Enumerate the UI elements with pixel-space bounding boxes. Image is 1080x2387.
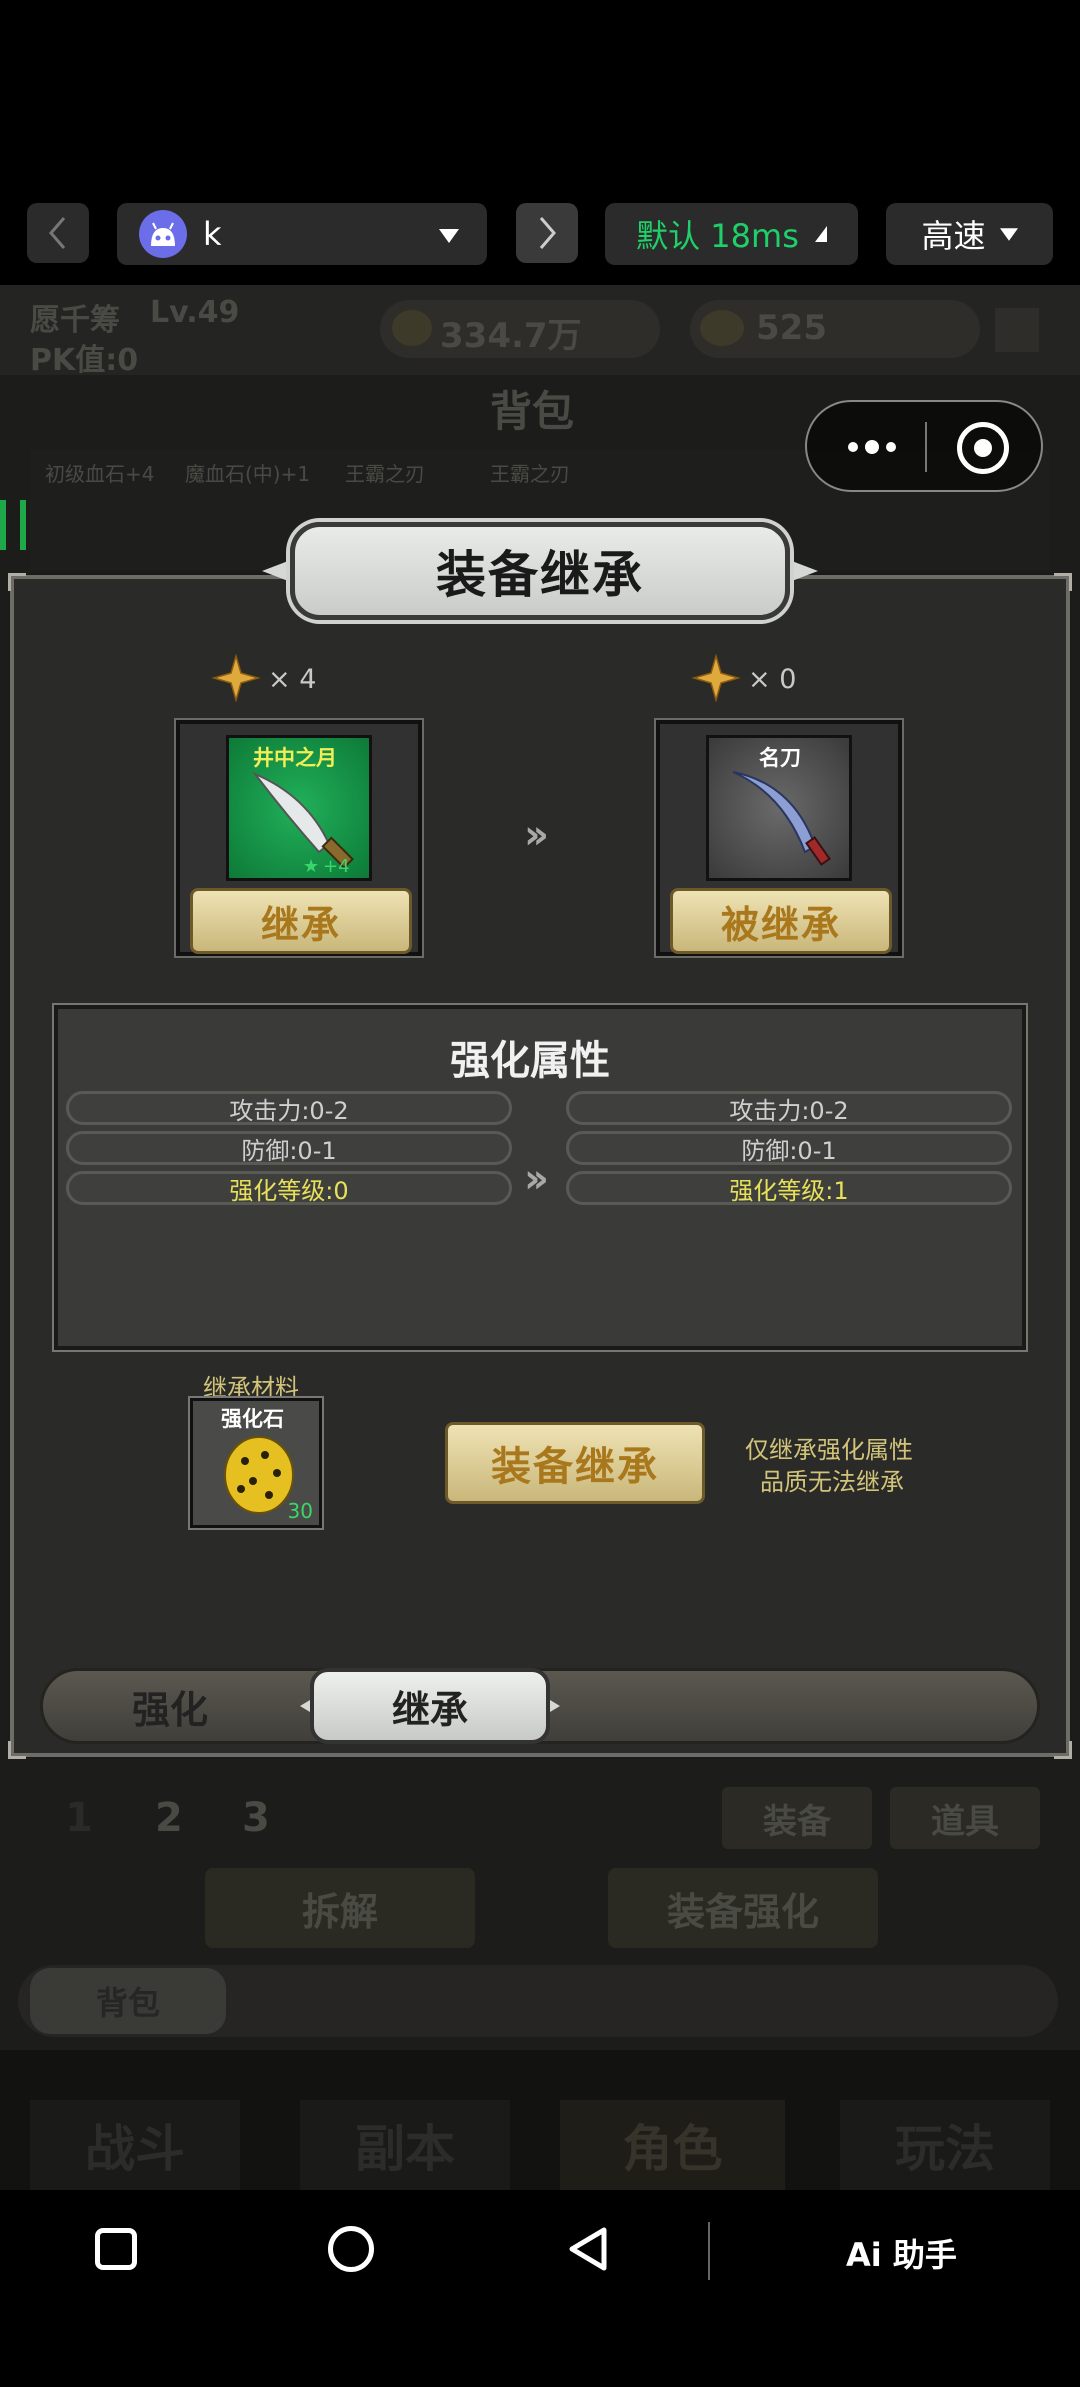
material-slot[interactable]: 强化石 30 (188, 1396, 324, 1530)
player-name: 愿千筹 (30, 303, 120, 338)
ingot-amount: 525 (756, 308, 827, 348)
source-item-level: +4 (323, 856, 350, 877)
home-icon[interactable] (328, 2226, 374, 2272)
double-chevron-right-icon: ›› (524, 812, 549, 858)
pk-value: PK值:0 (30, 343, 139, 378)
enhance-equipment-button[interactable]: 装备强化 (608, 1868, 878, 1948)
signal-icon (814, 226, 827, 242)
left-attr-enhance-level: 强化等级:0 (66, 1171, 512, 1205)
bag-item-1: 初级血石+4 (45, 462, 155, 486)
inherit-note-line2: 品质无法继承 (760, 1468, 904, 1496)
material-name: 强化石 (221, 1407, 284, 1431)
dialog-corner-tr (1054, 573, 1072, 591)
left-attr-attack: 攻击力:0-2 (66, 1091, 512, 1125)
inherit-source-button[interactable]: 继承 (190, 888, 412, 954)
inherited-target-button[interactable]: 被继承 (670, 888, 892, 954)
tab-items[interactable]: 道具 (890, 1787, 1040, 1849)
bag-title: 背包 (490, 387, 575, 436)
chevron-left-icon (49, 217, 66, 249)
miniprogram-capsule (805, 400, 1043, 492)
android-avatar-icon (139, 210, 187, 258)
page-1[interactable]: 1 (65, 1795, 93, 1841)
enhance-stone-icon (224, 1436, 294, 1514)
source-star-count: × 4 (268, 664, 317, 695)
forward-button[interactable] (516, 203, 578, 263)
side-indicator (0, 500, 26, 550)
speed-label: 高速 (921, 217, 986, 255)
gold-coin-icon (392, 310, 432, 346)
close-miniprogram-icon[interactable] (957, 422, 1009, 474)
player-level: Lv.49 (150, 295, 240, 330)
saber-icon (732, 771, 831, 866)
nav-battle[interactable]: 战斗 (30, 2100, 240, 2190)
latency-label: 默认 18ms (636, 217, 799, 255)
right-attr-attack: 攻击力:0-2 (566, 1091, 1012, 1125)
back-triangle-icon[interactable] (566, 2226, 610, 2272)
target-star-count: × 0 (748, 664, 797, 695)
gold-amount: 334.7万 (440, 316, 582, 356)
speed-selector[interactable]: 高速 (886, 203, 1053, 265)
source-item-star-icon: ★ (303, 856, 320, 877)
dialog-title: 装备继承 (436, 546, 644, 604)
back-button[interactable] (27, 203, 89, 263)
account-selector[interactable]: k (117, 203, 487, 265)
source-equipment-image[interactable]: 井中之月 ★ +4 (226, 735, 372, 881)
dialog-corner-br (1054, 1741, 1072, 1759)
more-icon[interactable] (827, 422, 917, 472)
dropdown-arrow-icon (439, 229, 459, 243)
nav-dungeon[interactable]: 副本 (300, 2100, 510, 2190)
page-2[interactable]: 2 (155, 1795, 183, 1841)
page-3[interactable]: 3 (242, 1795, 270, 1841)
bag-item-4: 王霸之刃 (490, 462, 570, 486)
ai-assistant-button[interactable]: Ai 助手 (846, 2230, 957, 2276)
nav-gameplay[interactable]: 玩法 (840, 2100, 1050, 2190)
star-icon (692, 654, 740, 702)
chevron-right-icon (539, 217, 556, 249)
double-chevron-right-icon: ›› (524, 1156, 549, 1202)
attribute-panel-title: 强化属性 (450, 1038, 610, 1084)
tab-equipment[interactable]: 装备 (722, 1787, 872, 1849)
target-equipment-image[interactable]: 名刀 (706, 735, 852, 881)
equipment-inherit-button[interactable]: 装备继承 (445, 1422, 705, 1504)
material-count: 30 (287, 1499, 313, 1523)
dropdown-arrow-icon (999, 227, 1018, 241)
account-name: k (203, 215, 222, 253)
nav-divider (708, 2222, 710, 2280)
tab-enhance[interactable]: 强化 (100, 1674, 240, 1738)
bag-item-3: 王霸之刃 (345, 462, 425, 486)
recent-apps-icon[interactable] (95, 2228, 137, 2270)
latency-selector[interactable]: 默认 18ms (605, 203, 858, 265)
tab-inherit[interactable]: 继承 (310, 1668, 550, 1744)
dialog-corner-tl (8, 573, 26, 591)
inherit-note-line1: 仅继承强化属性 (745, 1436, 913, 1464)
dismantle-button[interactable]: 拆解 (205, 1868, 475, 1948)
dialog-corner-bl (8, 1741, 26, 1759)
grid-menu-icon[interactable] (995, 308, 1039, 352)
sub-tab-bag[interactable]: 背包 (30, 1968, 226, 2034)
ingot-icon (700, 310, 744, 346)
right-attr-enhance-level: 强化等级:1 (566, 1171, 1012, 1205)
bag-item-2: 魔血石(中)+1 (185, 462, 311, 486)
right-attr-defense: 防御:0-1 (566, 1131, 1012, 1165)
dialog-title-plate: 装备继承 (290, 522, 790, 620)
system-navigation-bar (0, 2190, 1080, 2387)
star-icon (212, 654, 260, 702)
left-attr-defense: 防御:0-1 (66, 1131, 512, 1165)
nav-character[interactable]: 角色 (560, 2100, 785, 2190)
